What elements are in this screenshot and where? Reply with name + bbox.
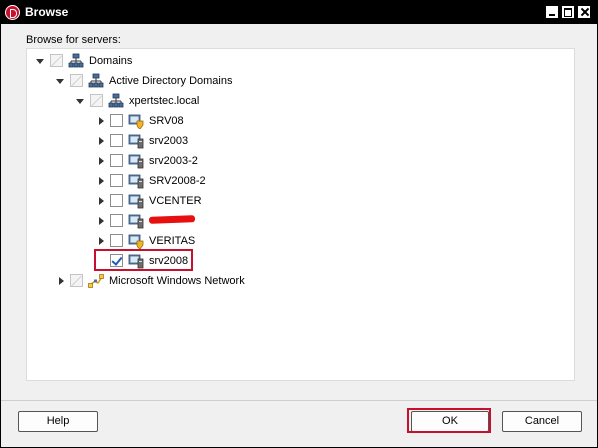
close-button[interactable] (577, 5, 591, 19)
help-button[interactable]: Help (18, 411, 98, 432)
tree-item-label: VERITAS (149, 235, 196, 247)
browse-dialog: Browse Browse for servers: Domains Activ… (0, 0, 598, 448)
maximize-button[interactable] (561, 5, 575, 19)
checkbox[interactable] (50, 54, 63, 67)
tree-item-label: SRV08 (149, 115, 184, 127)
checkbox[interactable] (70, 274, 83, 287)
tree-item-label: xpertstec.local (129, 95, 200, 107)
checkbox[interactable] (110, 134, 123, 147)
computer-icon (128, 154, 144, 169)
tree-item-label: Microsoft Windows Network (109, 275, 245, 287)
tree-item-label: srv2003 (149, 135, 189, 147)
computer-icon (128, 194, 144, 209)
server-shield-icon (128, 234, 144, 249)
checkbox[interactable] (110, 174, 123, 187)
checkbox[interactable] (110, 194, 123, 207)
checkbox[interactable] (110, 154, 123, 167)
server-shield-icon (128, 114, 144, 129)
tree-item-label: Domains (89, 55, 133, 67)
tree-item-label: Active Directory Domains (109, 75, 233, 87)
tree-item-label: srv2003-2 (149, 155, 198, 167)
checkbox[interactable] (110, 234, 123, 247)
expand-arrow-icon[interactable] (99, 117, 104, 125)
expand-arrow-icon[interactable] (99, 197, 104, 205)
collapse-arrow-icon[interactable] (36, 59, 44, 64)
collapse-arrow-icon[interactable] (56, 79, 64, 84)
server-tree[interactable]: Domains Active Directory Domains xpertst… (26, 48, 575, 381)
window-title: Browse (25, 5, 69, 19)
computer-icon (128, 174, 144, 189)
highlight-box-srv2008 (94, 249, 193, 271)
divider (1, 400, 597, 401)
checkbox[interactable] (110, 114, 123, 127)
title-bar: Browse (1, 1, 597, 24)
network-icon (88, 73, 104, 88)
expand-arrow-icon[interactable] (99, 177, 104, 185)
collapse-arrow-icon[interactable] (76, 99, 84, 104)
cancel-button[interactable]: Cancel (502, 411, 582, 432)
network-icon (68, 53, 84, 68)
app-logo-icon (5, 5, 20, 20)
highlight-box-ok (407, 408, 491, 433)
computer-icon (128, 214, 144, 229)
network-icon (108, 93, 124, 108)
tree-item-label: SRV2008-2 (149, 175, 206, 187)
checkbox[interactable] (70, 74, 83, 87)
expand-arrow-icon[interactable] (59, 277, 64, 285)
computer-icon (128, 134, 144, 149)
expand-arrow-icon[interactable] (99, 237, 104, 245)
windows-network-icon (88, 274, 104, 288)
expand-arrow-icon[interactable] (99, 137, 104, 145)
minimize-button[interactable] (545, 5, 559, 19)
checkbox[interactable] (110, 214, 123, 227)
tree-item-label: VCENTER (149, 195, 202, 207)
checkbox[interactable] (90, 94, 103, 107)
browse-label: Browse for servers: (26, 34, 121, 46)
expand-arrow-icon[interactable] (99, 217, 104, 225)
expand-arrow-icon[interactable] (99, 157, 104, 165)
